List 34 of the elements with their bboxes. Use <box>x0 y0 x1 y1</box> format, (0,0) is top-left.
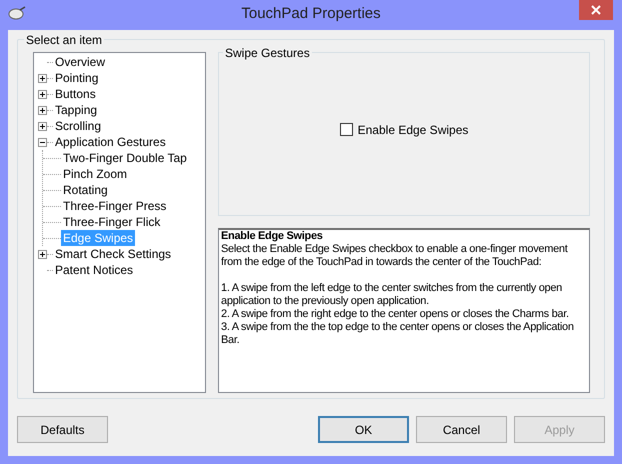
description-title: Enable Edge Swipes <box>221 230 324 242</box>
tree-item[interactable]: Pinch Zoom <box>61 166 130 182</box>
mouse-icon <box>8 6 26 20</box>
tree-item[interactable]: Rotating <box>61 182 110 198</box>
checkbox-label[interactable]: Enable Edge Swipes <box>358 120 468 139</box>
collapse-icon[interactable] <box>38 138 47 146</box>
settings-group-title: Swipe Gestures <box>223 45 312 61</box>
close-icon <box>591 5 601 15</box>
dialog-button[interactable]: Cancel <box>416 416 507 443</box>
close-button[interactable] <box>579 0 613 20</box>
expand-icon[interactable] <box>38 90 47 98</box>
checkbox[interactable] <box>340 123 353 136</box>
tree-item[interactable]: Three-Finger Press <box>61 198 168 214</box>
description-text: 3. A swipe from the the top edge to the center opens or closes the Application Bar. <box>221 320 575 346</box>
tree-item[interactable]: Scrolling <box>53 118 104 134</box>
expand-icon[interactable] <box>38 122 47 130</box>
tree-item[interactable]: Pointing <box>53 70 100 86</box>
expand-icon[interactable] <box>38 250 47 258</box>
description-text: 1. A swipe from the left edge to the center switches from the currently open application to the previously open application. <box>221 282 564 308</box>
tree-item[interactable]: Two-Finger Double Tap <box>61 150 189 166</box>
tree-item[interactable]: Smart Check Settings <box>53 246 174 262</box>
dialog-button[interactable]: Defaults <box>17 416 108 443</box>
description-text: 2. A swipe from the right edge to the center opens or closes the Charms bar. <box>221 308 570 320</box>
dialog-button[interactable]: OK <box>318 416 409 443</box>
tree-item[interactable]: Three-Finger Flick <box>61 214 162 230</box>
tree-item[interactable]: Overview <box>53 54 108 70</box>
tree-item[interactable]: Patent Notices <box>53 262 136 278</box>
description-text: Select the Enable Edge Swipes checkbox to enable a one-finger movement from the edge of the TouchPad in towards the center of the TouchPad: <box>221 242 569 268</box>
expand-icon[interactable] <box>38 74 47 82</box>
tree-item[interactable]: Tapping <box>53 102 100 118</box>
expand-icon[interactable] <box>38 106 47 114</box>
tree-item[interactable]: Buttons <box>53 86 98 102</box>
window-title: TouchPad Properties <box>241 4 381 24</box>
tree-item[interactable]: Application Gestures <box>53 134 168 150</box>
